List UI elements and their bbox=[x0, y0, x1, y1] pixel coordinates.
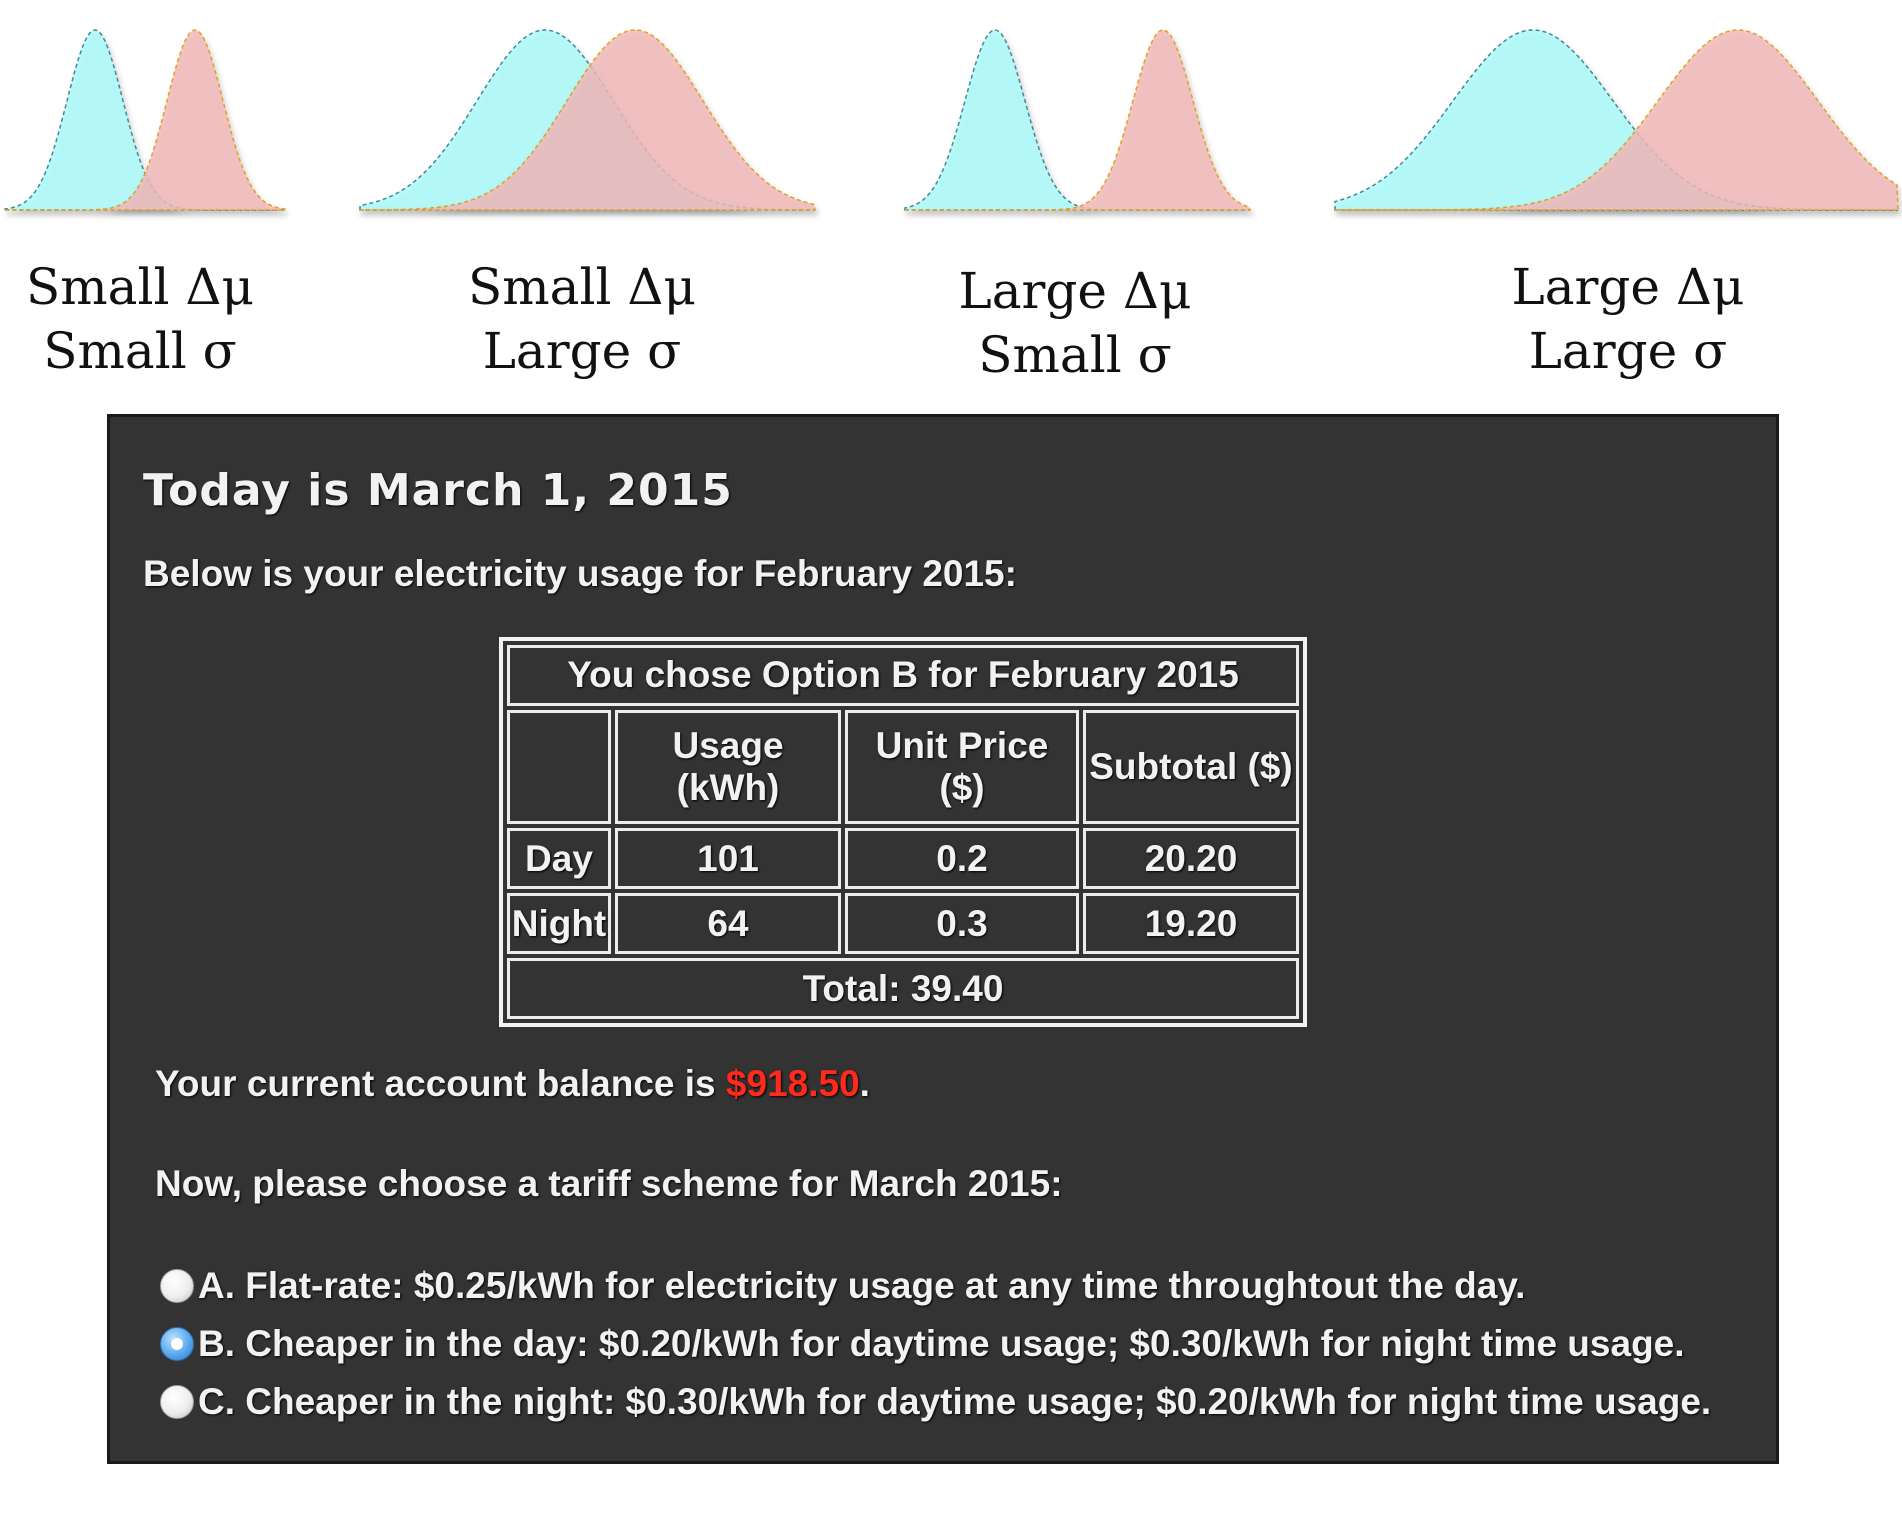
condition-label-1: Small Δμ Small σ bbox=[0, 255, 320, 383]
table-cell-period: Night bbox=[507, 893, 611, 955]
condition-2-dmu: Small Δμ bbox=[468, 258, 696, 316]
tariff-option-a-label[interactable]: A. Flat-rate: $0.25/kWh for electricity … bbox=[198, 1265, 1525, 1307]
table-cell-usage: 64 bbox=[615, 893, 841, 955]
condition-3-dmu: Large Δμ bbox=[958, 262, 1192, 320]
table-cell-usage: 101 bbox=[615, 828, 841, 890]
table-total: Total: 39.40 bbox=[507, 958, 1299, 1019]
condition-label-3: Large Δμ Small σ bbox=[895, 259, 1255, 387]
tariff-prompt: Now, please choose a tariff scheme for M… bbox=[155, 1163, 1063, 1204]
curve-pair-small-dmu-small-sigma bbox=[4, 29, 286, 211]
condition-1-dmu: Small Δμ bbox=[26, 258, 254, 316]
account-balance-text: Your current account balance is $918.50. bbox=[155, 1063, 870, 1105]
table-header-unit-price: Unit Price ($) bbox=[845, 709, 1079, 825]
tariff-choice-panel: Today is March 1, 2015 Below is your ele… bbox=[107, 414, 1779, 1464]
table-cell-subtotal: 20.20 bbox=[1083, 828, 1299, 890]
table-header-row: Usage (kWh) Unit Price ($) Subtotal ($) bbox=[507, 709, 1299, 825]
table-total-row: Total: 39.40 bbox=[507, 958, 1299, 1019]
table-header-subtotal: Subtotal ($) bbox=[1083, 709, 1299, 825]
table-cell-subtotal: 19.20 bbox=[1083, 893, 1299, 955]
curve-pair-large-dmu-large-sigma bbox=[1334, 29, 1899, 211]
tariff-option-c-label[interactable]: C. Cheaper in the night: $0.30/kWh for d… bbox=[198, 1381, 1711, 1423]
table-caption-row: You chose Option B for February 2015 bbox=[507, 645, 1299, 706]
condition-label-4: Large Δμ Large σ bbox=[1448, 255, 1808, 383]
usage-table: You chose Option B for February 2015 Usa… bbox=[499, 637, 1307, 1027]
tariff-option-b[interactable]: B. Cheaper in the day: $0.20/kWh for day… bbox=[160, 1323, 1685, 1365]
table-cell-period: Day bbox=[507, 828, 611, 890]
curve-pair-small-dmu-large-sigma bbox=[359, 29, 816, 211]
table-cell-unit-price: 0.3 bbox=[845, 893, 1079, 955]
balance-suffix: . bbox=[859, 1063, 870, 1104]
condition-4-sigma: Large σ bbox=[1528, 322, 1728, 380]
balance-amount: $918.50 bbox=[725, 1063, 860, 1104]
radio-option-b[interactable] bbox=[160, 1327, 194, 1361]
distribution-curves-illustration bbox=[4, 29, 1899, 211]
table-caption: You chose Option B for February 2015 bbox=[507, 645, 1299, 706]
radio-option-c[interactable] bbox=[160, 1385, 194, 1419]
table-cell-unit-price: 0.2 bbox=[845, 828, 1079, 890]
condition-3-sigma: Small σ bbox=[978, 326, 1172, 384]
table-row-night: Night 64 0.3 19.20 bbox=[507, 893, 1299, 955]
curve-pair-large-dmu-small-sigma bbox=[904, 29, 1252, 211]
balance-prefix: Your current account balance is bbox=[155, 1063, 726, 1104]
condition-label-2: Small Δμ Large σ bbox=[402, 255, 762, 383]
tariff-option-b-label[interactable]: B. Cheaper in the day: $0.20/kWh for day… bbox=[198, 1323, 1685, 1365]
condition-1-sigma: Small σ bbox=[43, 322, 237, 380]
condition-2-sigma: Large σ bbox=[482, 322, 682, 380]
table-row-day: Day 101 0.2 20.20 bbox=[507, 828, 1299, 890]
page-title: Today is March 1, 2015 bbox=[143, 465, 733, 516]
tariff-option-c[interactable]: C. Cheaper in the night: $0.30/kWh for d… bbox=[160, 1381, 1711, 1423]
usage-intro-text: Below is your electricity usage for Febr… bbox=[143, 553, 1017, 594]
table-header-empty bbox=[507, 709, 611, 825]
tariff-option-a[interactable]: A. Flat-rate: $0.25/kWh for electricity … bbox=[160, 1265, 1525, 1307]
condition-4-dmu: Large Δμ bbox=[1511, 258, 1745, 316]
radio-option-a[interactable] bbox=[160, 1269, 194, 1303]
table-header-usage: Usage (kWh) bbox=[615, 709, 841, 825]
